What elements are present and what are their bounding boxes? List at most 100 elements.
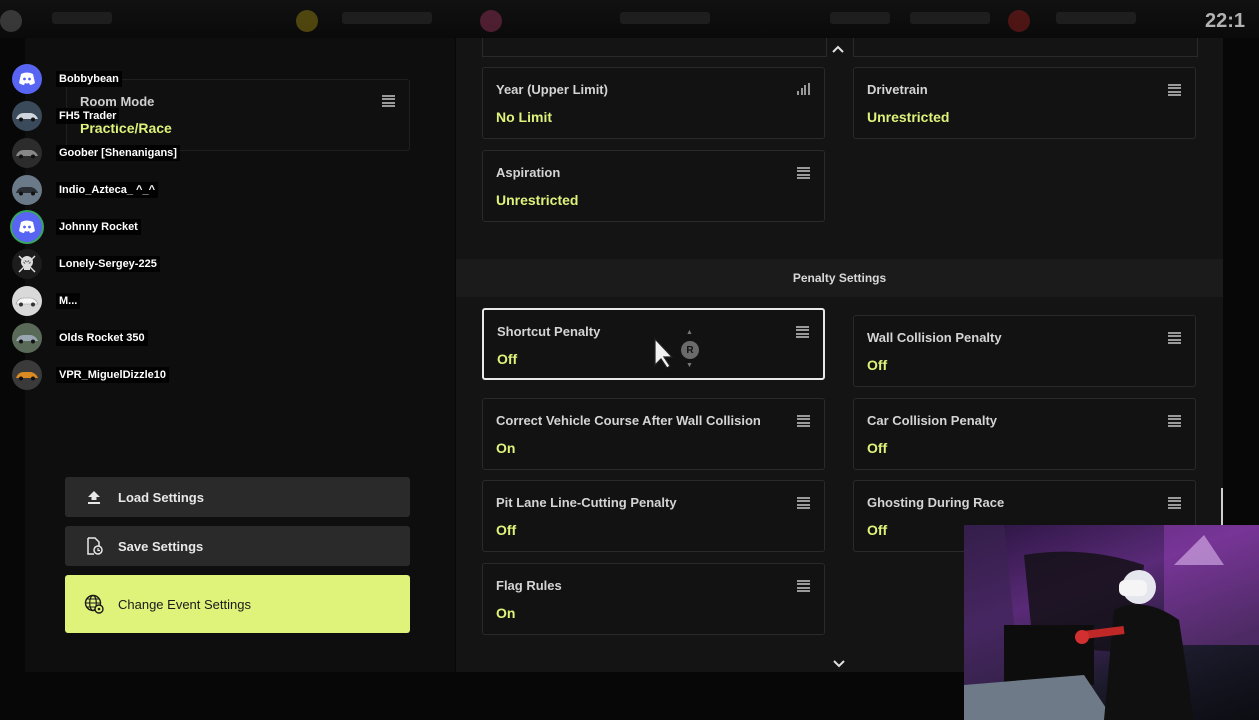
setting-label: Aspiration bbox=[496, 165, 561, 180]
section-title: Penalty Settings bbox=[792, 271, 887, 285]
user-name: Bobbybean bbox=[56, 71, 122, 87]
setting-value: On bbox=[496, 440, 516, 456]
skull-avatar bbox=[12, 249, 42, 279]
menu-icon bbox=[797, 580, 810, 592]
setting-value: Unrestricted bbox=[496, 192, 579, 208]
user-name: FH5 Trader bbox=[56, 108, 120, 124]
user-name: Johnny Rocket bbox=[56, 219, 141, 235]
blurred-text bbox=[620, 12, 710, 24]
setting-card-aspiration[interactable]: Aspiration Unrestricted bbox=[482, 150, 825, 222]
car-avatar bbox=[12, 286, 42, 316]
setting-value: No Limit bbox=[496, 109, 552, 125]
setting-label: Correct Vehicle Course After Wall Collis… bbox=[496, 413, 761, 428]
card-partial bbox=[853, 38, 1198, 57]
chevron-down-icon[interactable] bbox=[833, 655, 845, 671]
save-file-icon bbox=[84, 536, 104, 556]
discord-icon bbox=[12, 212, 42, 242]
blurred-text bbox=[830, 12, 890, 24]
top-status-bar: 22:1 bbox=[0, 0, 1259, 38]
mileage-icon bbox=[480, 10, 502, 32]
setting-value: On bbox=[496, 605, 516, 621]
clock: 22:1 bbox=[1204, 10, 1245, 32]
setting-card-car-collision-penalty[interactable]: Car Collision Penalty Off bbox=[853, 398, 1196, 470]
user-name: Indio_Azteca_ ^_^ bbox=[56, 182, 158, 198]
user-item[interactable]: Indio_Azteca_ ^_^ bbox=[12, 173, 158, 207]
menu-icon bbox=[1168, 415, 1181, 427]
menu-icon bbox=[796, 326, 809, 338]
car-avatar bbox=[12, 138, 42, 168]
user-name: M... bbox=[56, 293, 81, 309]
discord-icon bbox=[12, 64, 42, 94]
setting-card-flag-rules[interactable]: Flag Rules On bbox=[482, 563, 825, 635]
setting-label: Car Collision Penalty bbox=[867, 413, 998, 428]
setting-card-year-limit[interactable]: Year (Upper Limit) No Limit bbox=[482, 67, 825, 139]
blurred-text bbox=[342, 12, 432, 24]
upload-icon bbox=[84, 487, 104, 507]
setting-value: Unrestricted bbox=[867, 109, 950, 125]
user-item[interactable]: Olds Rocket 350 bbox=[12, 321, 148, 355]
r-stick-button: R bbox=[681, 341, 699, 359]
menu-icon bbox=[797, 415, 810, 427]
setting-label: Shortcut Penalty bbox=[497, 324, 601, 339]
setting-value: Off bbox=[867, 522, 888, 538]
save-settings-label: Save Settings bbox=[118, 538, 204, 554]
user-item[interactable]: Goober [Shenanigans] bbox=[12, 136, 180, 170]
setting-card-correct-vehicle-course[interactable]: Correct Vehicle Course After Wall Collis… bbox=[482, 398, 825, 470]
setting-label: Year (Upper Limit) bbox=[496, 82, 608, 97]
user-item[interactable]: M... bbox=[12, 284, 81, 318]
menu-icon bbox=[1168, 497, 1181, 509]
car-avatar bbox=[12, 101, 42, 131]
car-avatar bbox=[12, 360, 42, 390]
load-settings-button[interactable]: Load Settings bbox=[65, 477, 410, 517]
blurred-text bbox=[52, 12, 112, 24]
event-icon bbox=[1008, 10, 1030, 32]
setting-card-wall-collision-penalty[interactable]: Wall Collision Penalty Off bbox=[853, 315, 1196, 387]
car-avatar bbox=[12, 175, 42, 205]
arrow-up-icon: ▲ bbox=[686, 329, 693, 336]
menu-icon bbox=[797, 497, 810, 509]
change-event-settings-button[interactable]: Change Event Settings bbox=[65, 575, 410, 633]
blurred-text bbox=[1056, 12, 1136, 24]
setting-value: Off bbox=[497, 351, 518, 367]
scrollbar[interactable] bbox=[1221, 488, 1223, 526]
user-item[interactable]: Bobbybean bbox=[12, 62, 122, 96]
globe-settings-icon bbox=[84, 594, 104, 614]
user-item[interactable]: Lonely-Sergey-225 bbox=[12, 247, 160, 281]
menu-icon bbox=[797, 167, 810, 179]
setting-card-drivetrain[interactable]: Drivetrain Unrestricted bbox=[853, 67, 1196, 139]
load-settings-label: Load Settings bbox=[118, 489, 204, 505]
signal-bars-icon bbox=[797, 83, 810, 95]
setting-label: Pit Lane Line-Cutting Penalty bbox=[496, 495, 677, 510]
card-partial bbox=[482, 38, 827, 57]
blurred-text bbox=[910, 12, 990, 24]
menu-icon bbox=[1168, 332, 1181, 344]
arrow-down-icon: ▼ bbox=[686, 362, 693, 369]
setting-value: Off bbox=[496, 522, 517, 538]
car-avatar bbox=[12, 323, 42, 353]
user-item[interactable]: Johnny Rocket bbox=[12, 210, 141, 244]
webcam-feed-image bbox=[964, 525, 1259, 720]
change-event-settings-label: Change Event Settings bbox=[118, 596, 251, 612]
cursor-icon bbox=[653, 337, 675, 374]
user-name: Goober [Shenanigans] bbox=[56, 145, 180, 161]
user-name: VPR_MiguelDizzle10 bbox=[56, 367, 169, 383]
webcam-overlay bbox=[964, 525, 1259, 720]
section-header: Penalty Settings bbox=[456, 259, 1223, 297]
setting-value: Off bbox=[867, 440, 888, 456]
user-item[interactable]: VPR_MiguelDizzle10 bbox=[12, 358, 169, 392]
credits-icon bbox=[296, 10, 318, 32]
setting-label: Drivetrain bbox=[867, 82, 928, 97]
setting-label: Ghosting During Race bbox=[867, 495, 1005, 510]
setting-value: Off bbox=[867, 357, 888, 373]
logo-icon bbox=[0, 10, 22, 32]
setting-label: Flag Rules bbox=[496, 578, 562, 593]
save-settings-button[interactable]: Save Settings bbox=[65, 526, 410, 566]
user-item[interactable]: FH5 Trader bbox=[12, 99, 120, 133]
chevron-up-icon[interactable] bbox=[832, 40, 844, 56]
user-name: Lonely-Sergey-225 bbox=[56, 256, 160, 272]
setting-label: Wall Collision Penalty bbox=[867, 330, 1002, 345]
menu-icon bbox=[382, 95, 395, 107]
menu-icon bbox=[1168, 84, 1181, 96]
user-name: Olds Rocket 350 bbox=[56, 330, 148, 346]
setting-card-pit-lane-penalty[interactable]: Pit Lane Line-Cutting Penalty Off bbox=[482, 480, 825, 552]
